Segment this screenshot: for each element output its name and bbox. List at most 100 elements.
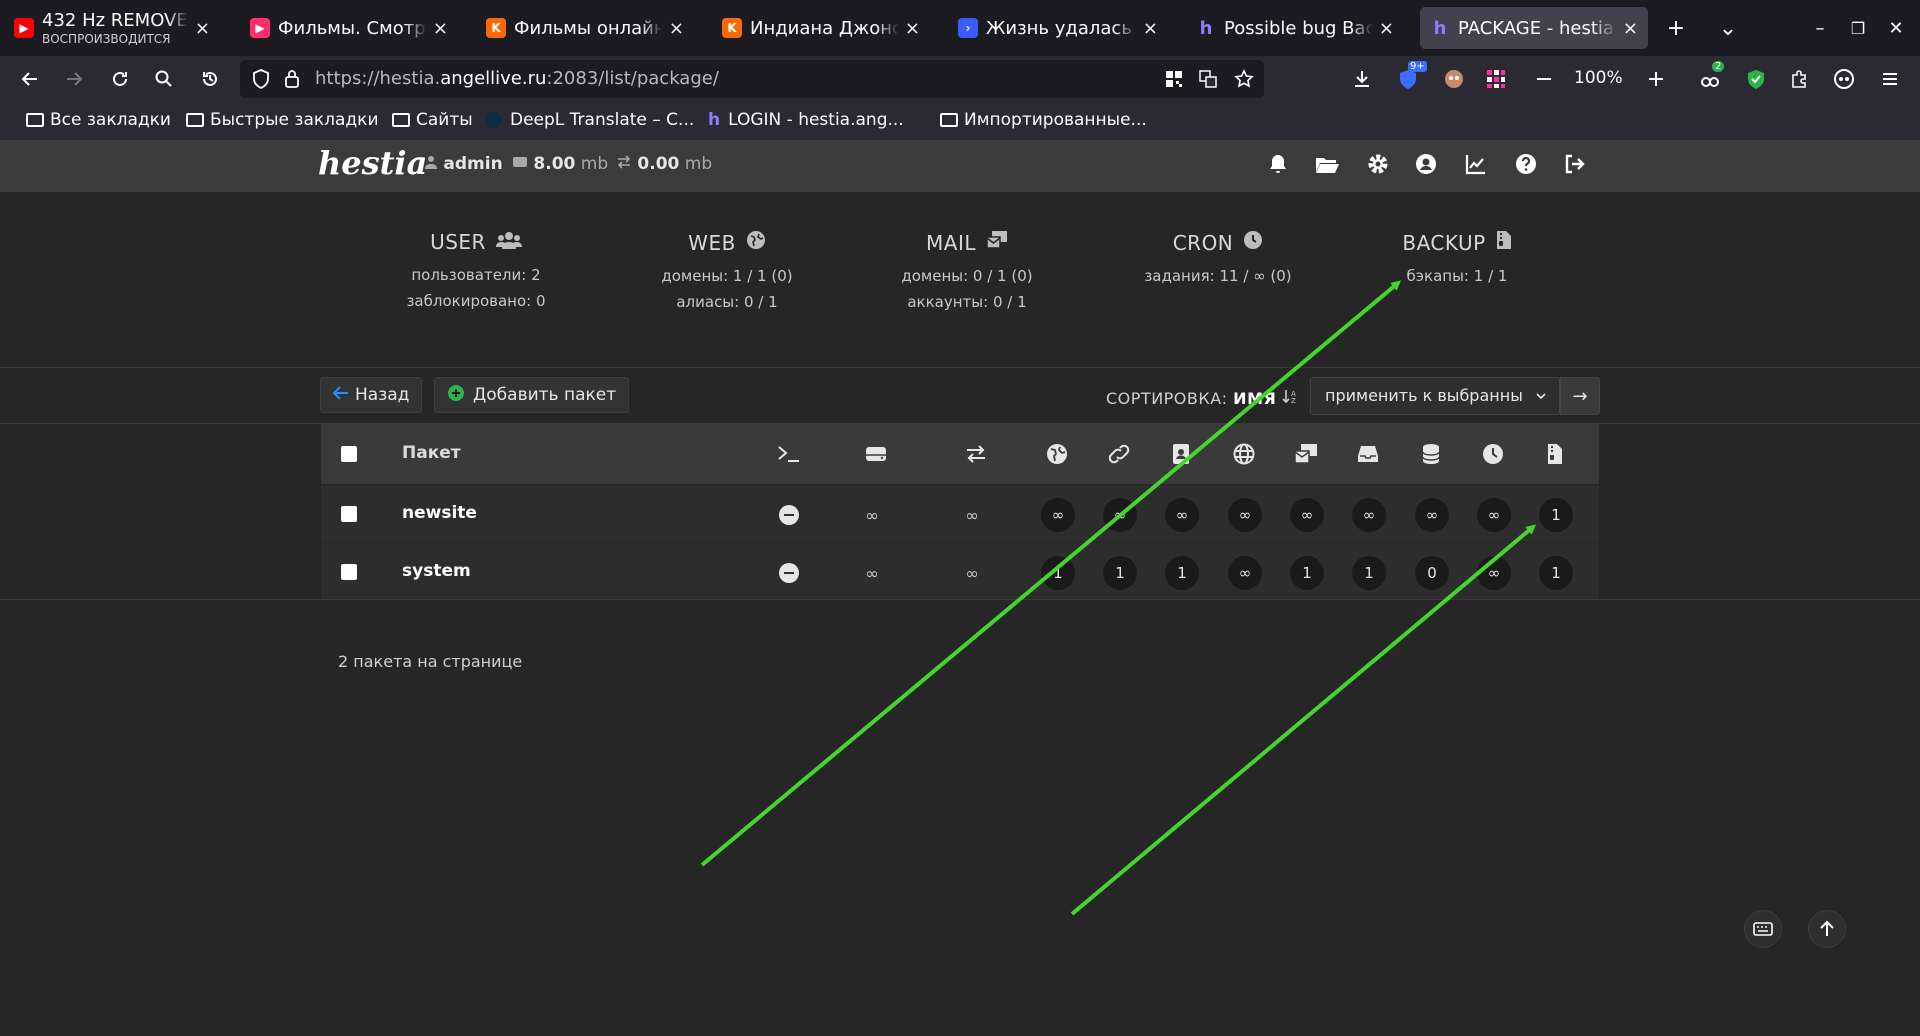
row-checkbox[interactable] bbox=[341, 506, 357, 522]
tab-youtube[interactable]: ▶ 432 Hz REMOVE ALLВОСПРОИЗВОДИТСЯ × bbox=[4, 7, 220, 49]
close-tab-icon[interactable]: × bbox=[195, 18, 210, 39]
zoom-out-icon[interactable] bbox=[1528, 63, 1560, 95]
back-arrow-icon[interactable] bbox=[14, 63, 46, 95]
close-tab-icon[interactable]: × bbox=[669, 18, 684, 39]
cell-bandwidth: ∞ bbox=[965, 563, 979, 583]
stat-line: домены: 1 / 1 (0) bbox=[661, 267, 793, 285]
disk-unit: mb bbox=[580, 154, 609, 174]
table-row[interactable]: newsite ∞ ∞ ∞ ∞ ∞ ∞ ∞ ∞ ∞ ∞ 1 bbox=[321, 484, 1599, 542]
chart-line-icon[interactable] bbox=[1464, 152, 1492, 180]
close-tab-icon[interactable]: × bbox=[1379, 18, 1394, 39]
close-tab-icon[interactable]: × bbox=[905, 18, 920, 39]
close-tab-icon[interactable]: × bbox=[433, 18, 448, 39]
help-icon[interactable] bbox=[1514, 152, 1542, 180]
eye-extension-icon[interactable]: 2 bbox=[1694, 61, 1726, 95]
row-checkbox[interactable] bbox=[341, 564, 357, 580]
stat-cron[interactable]: CRON задания: 11 / ∞ (0) bbox=[1118, 230, 1318, 286]
top-disk: 8.00 mb bbox=[512, 154, 608, 174]
bulk-action-select[interactable]: применить к выбранны bbox=[1310, 377, 1560, 415]
url-path: :2083/list/package/ bbox=[546, 68, 719, 89]
zoom-in-icon[interactable] bbox=[1640, 63, 1672, 95]
avatar-extension-icon[interactable] bbox=[1438, 63, 1470, 95]
stat-mail[interactable]: MAIL домены: 0 / 1 (0) аккаунты: 0 / 1 bbox=[867, 230, 1067, 312]
sort-az-icon: AZ bbox=[1282, 389, 1298, 408]
shield-check-icon[interactable] bbox=[1740, 63, 1772, 95]
reload-icon[interactable] bbox=[104, 63, 136, 95]
account-icon[interactable] bbox=[1828, 63, 1860, 95]
cell-dns-domains: 1 bbox=[1165, 556, 1199, 590]
url-bar[interactable]: https://hestia.angellive.ru:2083/list/pa… bbox=[240, 60, 1264, 98]
extension-shield-icon[interactable]: 9+ bbox=[1392, 61, 1427, 95]
file-zipper-icon bbox=[1496, 230, 1512, 255]
bookmark-imported[interactable]: Импортированные... bbox=[940, 110, 1147, 130]
keyboard-shortcuts-button[interactable] bbox=[1744, 910, 1782, 948]
bookmark-quick[interactable]: Быстрые закладки bbox=[186, 110, 379, 130]
zoom-level[interactable]: 100% bbox=[1574, 68, 1623, 88]
downloads-icon[interactable] bbox=[1346, 63, 1378, 95]
table-row[interactable]: system ∞ ∞ 1 1 1 ∞ 1 1 0 ∞ 1 bbox=[321, 542, 1599, 600]
stat-backup[interactable]: BACKUP бэкапы: 1 / 1 bbox=[1357, 230, 1557, 285]
cell-mail-accounts: ∞ bbox=[1352, 498, 1386, 532]
close-tab-icon[interactable]: × bbox=[1623, 18, 1638, 39]
minimize-button[interactable]: – bbox=[1802, 10, 1838, 46]
tab-possible-bug[interactable]: h Possible bug Backup × bbox=[1186, 7, 1404, 49]
bookmark-deepl[interactable]: DeepL Translate – C... bbox=[486, 110, 694, 130]
globe-americas-icon bbox=[1045, 442, 1069, 466]
bookmark-star-icon[interactable] bbox=[1234, 69, 1254, 93]
qr-code-icon[interactable] bbox=[1164, 69, 1184, 93]
bulk-apply-button[interactable]: → bbox=[1560, 377, 1600, 415]
stat-web[interactable]: WEB домены: 1 / 1 (0) алиасы: 0 / 1 bbox=[627, 230, 827, 312]
user-circle-icon[interactable] bbox=[1414, 152, 1442, 180]
add-package-button[interactable]: Добавить пакет bbox=[434, 377, 630, 413]
top-user[interactable]: admin bbox=[424, 154, 503, 174]
shield-icon[interactable] bbox=[252, 69, 270, 93]
browser-nav-bar: https://hestia.angellive.ru:2083/list/pa… bbox=[0, 56, 1920, 102]
extension-badge: 9+ bbox=[1408, 61, 1427, 72]
tab-films-2[interactable]: K Фильмы онлайн, с × bbox=[476, 7, 694, 49]
lock-icon[interactable] bbox=[284, 69, 300, 93]
restore-button[interactable]: ❐ bbox=[1840, 10, 1876, 46]
new-tab-button[interactable]: + bbox=[1658, 10, 1694, 46]
close-window-button[interactable]: ✕ bbox=[1878, 10, 1914, 46]
bookmark-all[interactable]: Все закладки bbox=[26, 110, 171, 130]
stat-title: WEB bbox=[688, 230, 736, 255]
back-label: Назад bbox=[355, 385, 410, 405]
url-text[interactable]: https://hestia.angellive.ru:2083/list/pa… bbox=[315, 68, 719, 89]
tab-title: Possible bug Backup bbox=[1224, 17, 1373, 39]
folder-open-icon[interactable] bbox=[1314, 152, 1342, 180]
tab-zhizn[interactable]: › Жизнь удалась × bbox=[948, 7, 1168, 49]
translate-icon[interactable] bbox=[1198, 69, 1218, 93]
logout-icon[interactable] bbox=[1562, 152, 1590, 180]
browser-tab-bar: ▶ 432 Hz REMOVE ALLВОСПРОИЗВОДИТСЯ × ▶ Ф… bbox=[0, 0, 1920, 56]
film-icon: ▶ bbox=[250, 18, 270, 38]
back-button[interactable]: Назад bbox=[320, 377, 423, 413]
cell-databases: ∞ bbox=[1415, 498, 1449, 532]
stat-title: MAIL bbox=[926, 230, 976, 255]
history-icon[interactable] bbox=[194, 63, 226, 95]
tab-list-button[interactable]: ⌄ bbox=[1710, 10, 1746, 46]
grid-extension-icon[interactable] bbox=[1480, 63, 1512, 95]
bookmark-label: Сайты bbox=[416, 110, 473, 130]
sort-control[interactable]: СОРТИРОВКА: ИМЯ AZ bbox=[1106, 388, 1298, 408]
bell-icon[interactable] bbox=[1266, 152, 1294, 180]
hestia-logo[interactable]: hestia bbox=[318, 144, 427, 182]
menu-hamburger-icon[interactable] bbox=[1874, 63, 1906, 95]
package-name[interactable]: newsite bbox=[402, 503, 477, 523]
gear-icon[interactable] bbox=[1366, 152, 1394, 180]
bookmark-sites[interactable]: Сайты bbox=[392, 110, 473, 130]
stat-user[interactable]: USER пользователи: 2 заблокировано: 0 bbox=[376, 230, 576, 310]
inbox-icon bbox=[1356, 442, 1380, 466]
close-tab-icon[interactable]: × bbox=[1143, 18, 1158, 39]
folder-icon bbox=[392, 113, 410, 127]
tab-package-active[interactable]: h PACKAGE - hestia.an × bbox=[1420, 7, 1648, 49]
bookmark-login-hestia[interactable]: h LOGIN - hestia.ang... bbox=[708, 110, 904, 130]
tab-films-1[interactable]: ▶ Фильмы. Смотреть × bbox=[240, 7, 458, 49]
tab-indiana[interactable]: K Индиана Джонс и × bbox=[712, 7, 930, 49]
extensions-puzzle-icon[interactable] bbox=[1784, 63, 1816, 95]
forward-arrow-icon[interactable] bbox=[58, 63, 90, 95]
select-all-checkbox[interactable] bbox=[341, 446, 357, 462]
scroll-top-button[interactable] bbox=[1808, 910, 1846, 948]
search-icon[interactable] bbox=[148, 63, 180, 95]
cell-mail-domains: ∞ bbox=[1290, 498, 1324, 532]
package-name[interactable]: system bbox=[402, 561, 471, 581]
